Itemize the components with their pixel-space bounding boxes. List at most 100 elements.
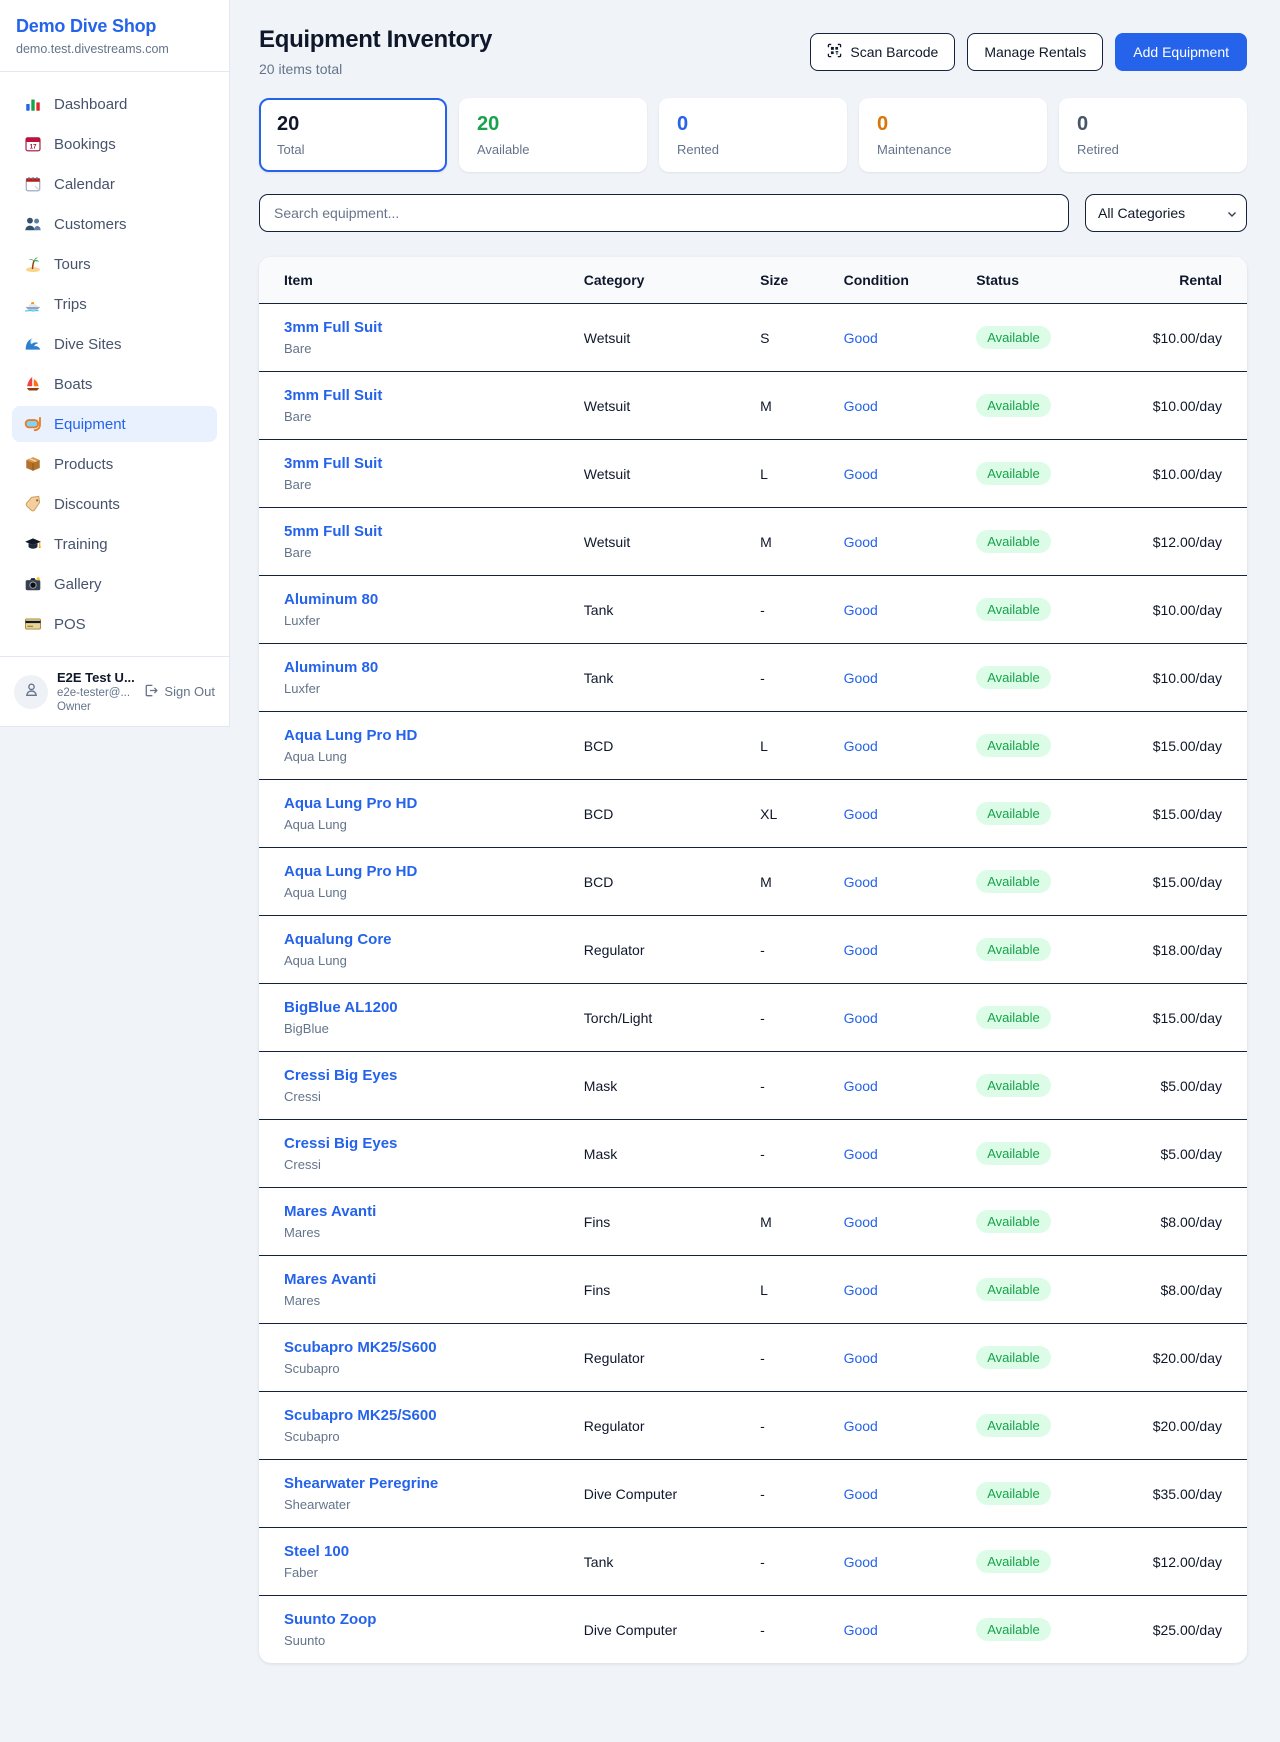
stat-card-maintenance[interactable]: 0 Maintenance [859,98,1047,172]
item-link[interactable]: 5mm Full Suit [284,522,382,541]
item-link[interactable]: Shearwater Peregrine [284,1474,438,1493]
sidebar-item-pos[interactable]: POS [12,606,217,642]
condition-link[interactable]: Good [844,466,878,482]
item-link[interactable]: 3mm Full Suit [284,386,382,405]
item-link[interactable]: Aluminum 80 [284,590,378,609]
sidebar-item-trips[interactable]: Trips [12,286,217,322]
item-link[interactable]: Cressi Big Eyes [284,1066,397,1085]
item-brand: Aqua Lung [284,817,560,833]
item-link[interactable]: Aqua Lung Pro HD [284,726,417,745]
sidebar-item-label: Discounts [54,496,120,513]
category-cell: Dive Computer [572,1460,748,1528]
stat-card-total[interactable]: 20 Total [259,98,447,172]
scan-barcode-button[interactable]: Scan Barcode [810,33,955,71]
condition-link[interactable]: Good [844,670,878,686]
sidebar-item-tours[interactable]: Tours [12,246,217,282]
col-condition: Condition [832,257,965,304]
item-link[interactable]: BigBlue AL1200 [284,998,398,1017]
category-select[interactable]: All Categories [1085,194,1247,232]
condition-link[interactable]: Good [844,1418,878,1434]
condition-link[interactable]: Good [844,330,878,346]
barcode-scan-icon [827,43,842,61]
condition-link[interactable]: Good [844,1282,878,1298]
sign-out-label: Sign Out [164,684,215,699]
item-link[interactable]: 3mm Full Suit [284,318,382,337]
condition-link[interactable]: Good [844,1010,878,1026]
status-badge: Available [976,1346,1051,1369]
stat-card-retired[interactable]: 0 Retired [1059,98,1247,172]
condition-link[interactable]: Good [844,1146,878,1162]
condition-link[interactable]: Good [844,398,878,414]
condition-link[interactable]: Good [844,1350,878,1366]
stat-value: 0 [1077,113,1229,136]
item-link[interactable]: 3mm Full Suit [284,454,382,473]
calendar-date-icon: 17 [24,135,42,153]
sidebar-item-equipment[interactable]: Equipment [12,406,217,442]
size-cell: - [748,1392,831,1460]
condition-link[interactable]: Good [844,1486,878,1502]
sidebar-item-gallery[interactable]: Gallery [12,566,217,602]
condition-link[interactable]: Good [844,1622,878,1638]
category-cell: Wetsuit [572,304,748,372]
rental-cell: $10.00/day [1141,440,1247,508]
item-link[interactable]: Mares Avanti [284,1202,376,1221]
condition-link[interactable]: Good [844,1214,878,1230]
status-badge: Available [976,1074,1051,1097]
condition-link[interactable]: Good [844,942,878,958]
sidebar-item-training[interactable]: Training [12,526,217,562]
category-cell: Wetsuit [572,372,748,440]
size-cell: - [748,916,831,984]
person-icon [23,681,40,703]
sidebar-item-products[interactable]: Products [12,446,217,482]
search-input[interactable] [259,194,1069,232]
category-cell: Fins [572,1256,748,1324]
item-link[interactable]: Mares Avanti [284,1270,376,1289]
item-link[interactable]: Scubapro MK25/S600 [284,1406,437,1425]
table-row: Scubapro MK25/S600 Scubapro Regulator - … [259,1324,1247,1392]
sidebar-item-customers[interactable]: Customers [12,206,217,242]
condition-link[interactable]: Good [844,1554,878,1570]
items-total-label: 20 items total [259,61,492,77]
category-cell: Regulator [572,1392,748,1460]
sidebar-item-label: Products [54,456,113,473]
avatar [14,675,48,709]
manage-rentals-button[interactable]: Manage Rentals [967,33,1103,71]
rental-cell: $8.00/day [1141,1188,1247,1256]
item-link[interactable]: Aqua Lung Pro HD [284,862,417,881]
item-link[interactable]: Scubapro MK25/S600 [284,1338,437,1357]
stat-card-available[interactable]: 20 Available [459,98,647,172]
item-link[interactable]: Aqualung Core [284,930,392,949]
add-equipment-button[interactable]: Add Equipment [1115,33,1247,71]
condition-link[interactable]: Good [844,738,878,754]
table-header-row: Item Category Size Condition Status Rent… [259,257,1247,304]
sidebar-item-label: Training [54,536,108,553]
size-cell: - [748,1120,831,1188]
condition-link[interactable]: Good [844,806,878,822]
sidebar-item-dive-sites[interactable]: Dive Sites [12,326,217,362]
brand-link[interactable]: Demo Dive Shop [16,16,213,37]
condition-link[interactable]: Good [844,874,878,890]
col-size: Size [748,257,831,304]
size-cell: - [748,984,831,1052]
sidebar-item-dashboard[interactable]: Dashboard [12,86,217,122]
item-link[interactable]: Cressi Big Eyes [284,1134,397,1153]
condition-link[interactable]: Good [844,1078,878,1094]
item-link[interactable]: Suunto Zoop [284,1610,376,1629]
item-link[interactable]: Steel 100 [284,1542,349,1561]
item-link[interactable]: Aqua Lung Pro HD [284,794,417,813]
item-brand: Mares [284,1225,560,1241]
rental-cell: $10.00/day [1141,644,1247,712]
sidebar-item-bookings[interactable]: 17 Bookings [12,126,217,162]
sidebar-item-boats[interactable]: Boats [12,366,217,402]
sidebar-item-discounts[interactable]: Discounts [12,486,217,522]
status-badge: Available [976,462,1051,485]
item-link[interactable]: Aluminum 80 [284,658,378,677]
condition-link[interactable]: Good [844,602,878,618]
sign-out-button[interactable]: Sign Out [143,683,215,701]
user-name: E2E Test U... [57,670,134,685]
rental-cell: $8.00/day [1141,1256,1247,1324]
status-badge: Available [976,870,1051,893]
stat-card-rented[interactable]: 0 Rented [659,98,847,172]
condition-link[interactable]: Good [844,534,878,550]
sidebar-item-calendar[interactable]: Calendar [12,166,217,202]
